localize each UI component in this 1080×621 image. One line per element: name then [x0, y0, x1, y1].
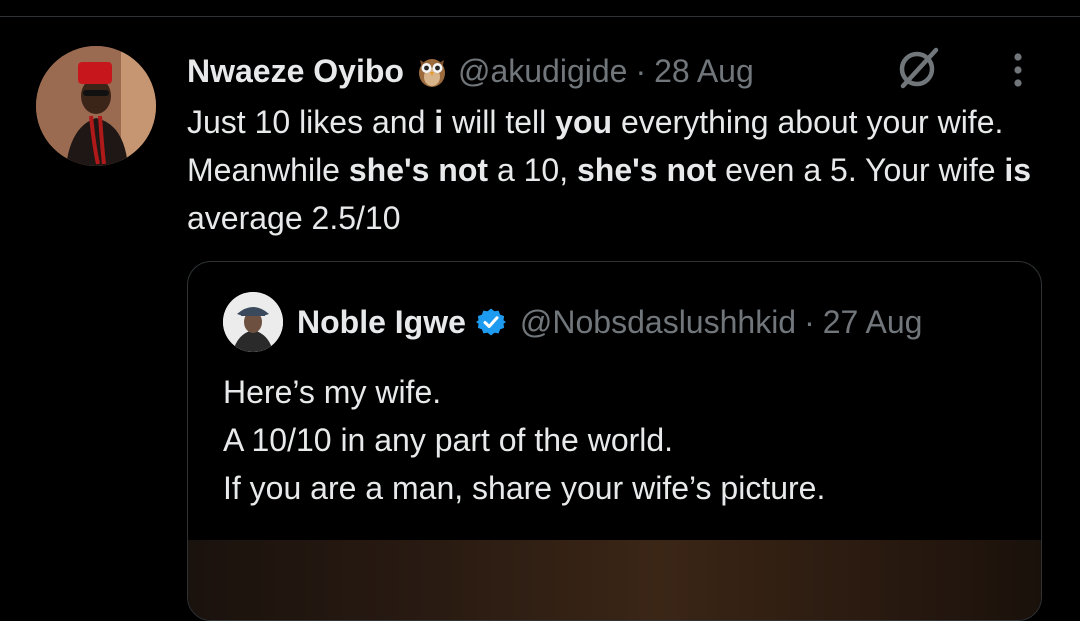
tweet-text-segment: a 10, — [488, 152, 577, 188]
quote-author-display-name[interactable]: Noble Igwe — [297, 304, 466, 341]
verified-badge-icon — [475, 307, 506, 337]
author-display-name[interactable]: Nwaeze Oyibo — [187, 53, 404, 90]
author-avatar[interactable] — [36, 46, 156, 166]
tweet-text: Just 10 likes and i will tell you everyt… — [187, 98, 1047, 242]
quoted-tweet-card[interactable]: Noble Igwe @Nobsdaslushhkid · 27 Aug Her… — [187, 261, 1042, 621]
quote-author-avatar-image — [223, 292, 283, 352]
separator-dot: · — [635, 52, 647, 89]
quote-text-line: A 10/10 in any part of the world. — [223, 422, 674, 458]
tweet-date[interactable]: 28 Aug — [654, 53, 754, 90]
more-vertical-icon[interactable] — [1006, 50, 1030, 90]
top-divider — [0, 16, 1080, 17]
quote-media-image[interactable] — [188, 540, 1041, 620]
tweet-text-bold-segment: is — [1004, 152, 1032, 188]
tweet-text-segment: even a 5. Your wife — [716, 152, 1005, 188]
owl-icon — [416, 54, 448, 88]
quote-author-handle[interactable]: @Nobsdaslushhkid — [520, 304, 796, 341]
grok-icon[interactable] — [895, 44, 943, 92]
tweet-text-segment: average 2.5/10 — [187, 200, 401, 236]
quote-date[interactable]: 27 Aug — [823, 304, 923, 341]
separator-dot: · — [804, 303, 815, 340]
tweet-text-bold-segment: she's not — [577, 152, 717, 188]
quote-header: Noble Igwe @Nobsdaslushhkid · 27 Aug — [223, 292, 922, 352]
quote-text-line: If you are a man, share your wife’s pict… — [223, 470, 826, 506]
author-avatar-image — [36, 46, 156, 166]
quote-text-line: Here’s my wife. — [223, 374, 442, 410]
tweet-text-bold-segment: i — [434, 104, 444, 140]
author-handle[interactable]: @akudigide — [458, 53, 627, 90]
quote-author-avatar[interactable] — [223, 292, 283, 352]
tweet-header: Nwaeze Oyibo @akudigide · 28 Aug — [187, 48, 754, 94]
tweet-text-segment: will tell — [443, 104, 556, 140]
tweet-text-bold-segment: you — [555, 104, 613, 140]
tweet-text-bold-segment: she's not — [348, 152, 489, 188]
quote-text: Here’s my wife. A 10/10 in any part of t… — [223, 368, 1013, 512]
tweet-text-segment: Just 10 likes and — [187, 104, 435, 140]
